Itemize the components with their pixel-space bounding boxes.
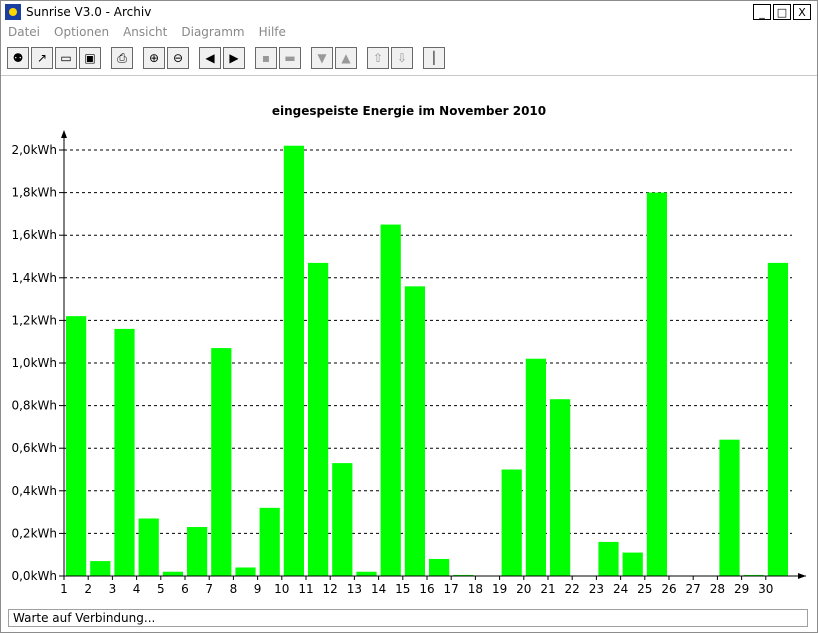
x-tick-label: 30 — [758, 582, 773, 596]
bar-day-4 — [138, 518, 159, 576]
x-tick-label: 21 — [540, 582, 555, 596]
y-tick-label: 1,2kWh — [11, 313, 57, 327]
x-tick-label: 15 — [395, 582, 410, 596]
y-tick-label: 1,0kWh — [11, 356, 57, 370]
bar-day-23 — [598, 541, 619, 576]
x-tick-label: 14 — [371, 582, 386, 596]
bar-day-30 — [767, 262, 788, 576]
bar-day-10 — [283, 145, 304, 577]
x-tick-label: 7 — [205, 582, 213, 596]
status-text: Warte auf Verbindung... — [13, 611, 156, 625]
bar-day-13 — [356, 571, 377, 576]
bar-day-3 — [114, 328, 135, 576]
y-axis-arrow — [61, 130, 67, 138]
x-tick-label: 26 — [661, 582, 676, 596]
x-tick-label: 24 — [613, 582, 628, 596]
bar-day-11 — [308, 262, 329, 576]
x-tick-label: 1 — [60, 582, 68, 596]
bar-day-14 — [380, 224, 401, 577]
x-tick-label: 6 — [181, 582, 189, 596]
bar-day-9 — [259, 507, 280, 576]
bar-day-8 — [235, 567, 256, 576]
x-tick-label: 16 — [419, 582, 434, 596]
x-tick-label: 25 — [637, 582, 652, 596]
bar-day-19 — [501, 469, 522, 576]
y-tick-label: 1,4kWh — [11, 271, 57, 285]
x-tick-label: 22 — [565, 582, 580, 596]
x-tick-label: 5 — [157, 582, 165, 596]
bar-day-6 — [187, 527, 208, 576]
x-tick-label: 11 — [298, 582, 313, 596]
bar-day-1 — [66, 316, 87, 576]
y-tick-label: 2,0kWh — [11, 143, 57, 157]
status-bar: Warte auf Verbindung... — [8, 609, 808, 627]
bar-day-25 — [646, 192, 667, 576]
y-tick-label: 1,8kWh — [11, 186, 57, 200]
y-tick-label: 0,4kWh — [11, 484, 57, 498]
x-tick-label: 19 — [492, 582, 507, 596]
x-tick-label: 3 — [109, 582, 117, 596]
x-tick-label: 4 — [133, 582, 141, 596]
bar-day-21 — [550, 399, 571, 576]
x-tick-label: 17 — [444, 582, 459, 596]
y-tick-label: 0,2kWh — [11, 526, 57, 540]
y-tick-label: 0,6kWh — [11, 441, 57, 455]
bar-day-28 — [719, 439, 740, 576]
bar-day-12 — [332, 463, 353, 576]
bar-day-5 — [162, 571, 183, 576]
x-tick-label: 28 — [710, 582, 725, 596]
x-tick-label: 29 — [734, 582, 749, 596]
bar-day-24 — [622, 552, 643, 576]
x-axis-arrow — [798, 573, 806, 579]
y-tick-label: 1,6kWh — [11, 228, 57, 242]
energy-bar-chart: 0,0kWh 0,2kWh 0,4kWh 0,6kWh 0,8kWh 1,0kWh 1,2k… — [11, 130, 806, 596]
bar-day-20 — [525, 358, 546, 576]
x-tick-label: 23 — [589, 582, 604, 596]
y-tick-label: 0,8kWh — [11, 399, 57, 413]
x-tick-label: 20 — [516, 582, 531, 596]
x-tick-label: 13 — [347, 582, 362, 596]
bar-day-16 — [429, 558, 450, 576]
x-tick-label: 27 — [686, 582, 701, 596]
bar-day-7 — [211, 348, 232, 576]
x-tick-label: 18 — [468, 582, 483, 596]
x-tick-label: 10 — [274, 582, 289, 596]
x-tick-label: 12 — [323, 582, 338, 596]
x-tick-label: 2 — [84, 582, 92, 596]
x-tick-label: 8 — [230, 582, 238, 596]
bar-day-15 — [404, 286, 425, 576]
bar-day-2 — [90, 561, 111, 576]
y-tick-label: 0,0kWh — [11, 569, 57, 583]
x-tick-label: 9 — [254, 582, 262, 596]
